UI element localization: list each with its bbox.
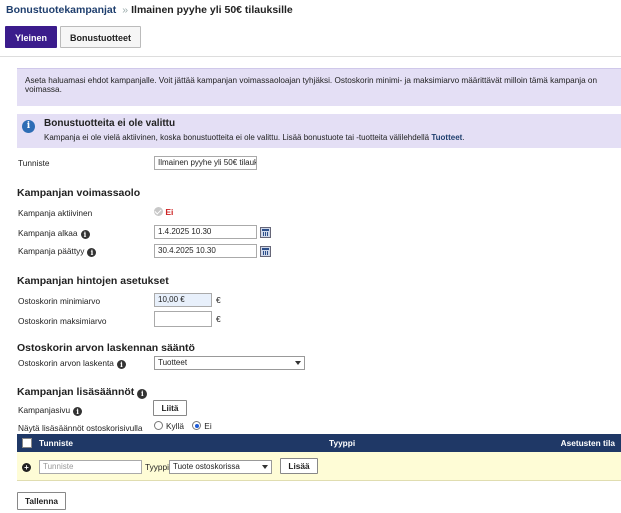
tab-bonus-products[interactable]: Bonustuotteet [60, 26, 142, 48]
currency-label: € [216, 314, 221, 324]
identifier-label: Tunniste [18, 158, 50, 168]
radio-yes[interactable] [154, 421, 163, 430]
min-value-input[interactable]: 10,00 € [154, 293, 212, 307]
chevron-down-icon [262, 465, 268, 469]
calc-select[interactable]: Tuotteet [154, 356, 305, 370]
plus-icon[interactable]: + [22, 463, 31, 472]
active-label: Kampanja aktiivinen [18, 208, 93, 218]
radio-no-label: Ei [204, 421, 212, 431]
page-label-text: Kampanjasivu [18, 405, 71, 415]
min-label: Ostoskorin minimiarvo [18, 296, 101, 306]
active-status: Ei [154, 207, 173, 217]
currency-label: € [216, 295, 221, 305]
calc-label-text: Ostoskorin arvon laskenta [18, 358, 114, 368]
attach-button[interactable]: Liitä [153, 400, 187, 416]
end-label: Kampanja päättyy i [18, 246, 97, 257]
tab-bar: Yleinen Bonustuotteet [5, 26, 144, 48]
radio-yes-label: Kyllä [166, 421, 184, 431]
start-label: Kampanja alkaa i [18, 228, 90, 239]
new-rule-identifier-input[interactable]: Tunniste [39, 460, 142, 474]
show-rules-radios: Kyllä Ei [154, 421, 212, 431]
column-settings-status: Asetusten tila [560, 438, 615, 448]
column-identifier: Tunniste [39, 438, 73, 448]
radio-no[interactable] [192, 421, 202, 430]
calc-select-value: Tuotteet [158, 358, 188, 367]
rules-heading: Kampanjan lisäsäännöt i [17, 386, 148, 399]
notice-text: Kampanja ei ole vielä aktiivinen, koska … [44, 133, 465, 142]
calendar-icon[interactable] [260, 246, 271, 257]
notice-body: Kampanja ei ole vielä aktiivinen, koska … [44, 133, 432, 142]
column-type: Tyyppi [329, 438, 356, 448]
breadcrumb-current: Ilmainen pyyhe yli 50€ tilauksille [131, 4, 293, 16]
rules-table-header: Tunniste Tyyppi Asetusten tila [17, 434, 621, 452]
end-date-input[interactable]: 30.4.2025 10.30 [154, 244, 257, 258]
calc-heading: Ostoskorin arvon laskennan sääntö [17, 342, 195, 354]
help-icon[interactable]: i [80, 230, 90, 239]
rules-heading-text: Kampanjan lisäsäännöt [17, 386, 135, 398]
chevron-down-icon [295, 361, 301, 365]
pricing-heading: Kampanjan hintojen asetukset [17, 275, 169, 287]
show-rules-label: Näytä lisäsäännöt ostoskorisivulla [18, 423, 143, 433]
help-icon[interactable]: i [116, 360, 126, 369]
type-label: Tyyppi: [145, 462, 172, 472]
active-status-value: Ei [165, 207, 174, 217]
notice-box: i Bonustuotteita ei ole valittu Kampanja… [17, 114, 621, 148]
info-box: Aseta haluamasi ehdot kampanjalle. Voit … [17, 68, 621, 106]
notice-title: Bonustuotteita ei ole valittu [44, 118, 176, 129]
help-icon[interactable]: i [137, 389, 148, 399]
help-icon[interactable]: i [73, 407, 83, 416]
validity-heading: Kampanjan voimassaolo [17, 187, 141, 199]
tab-general[interactable]: Yleinen [5, 26, 58, 48]
check-icon [154, 207, 163, 216]
max-label: Ostoskorin maksimiarvo [18, 316, 107, 326]
start-label-text: Kampanja alkaa [18, 228, 78, 238]
select-all-checkbox[interactable] [22, 438, 32, 448]
rule-type-value: Tuote ostoskorissa [173, 462, 240, 471]
info-icon: i [22, 120, 35, 133]
calc-label: Ostoskorin arvon laskenta i [18, 358, 126, 369]
page-label: Kampanjasivu i [18, 405, 83, 416]
end-label-text: Kampanja päättyy [18, 246, 85, 256]
identifier-input[interactable]: Ilmainen pyyhe yli 50€ tilauksille [154, 156, 257, 170]
notice-suffix: . [462, 133, 465, 142]
max-value-input[interactable] [154, 311, 212, 327]
breadcrumb-parent-link[interactable]: Bonustuotekampanjat [6, 4, 116, 16]
add-rule-button[interactable]: Lisää [280, 458, 318, 474]
new-rule-row: + Tunniste Tyyppi: Tuote ostoskorissa Li… [17, 452, 621, 481]
start-date-input[interactable]: 1.4.2025 10.30 [154, 225, 257, 239]
breadcrumb: Bonustuotekampanjat » Ilmainen pyyhe yli 5… [6, 4, 293, 16]
breadcrumb-separator: » [122, 4, 129, 16]
save-button[interactable]: Tallenna [17, 492, 66, 510]
notice-products-link[interactable]: Tuotteet [431, 133, 462, 142]
rule-type-select[interactable]: Tuote ostoskorissa [169, 460, 272, 474]
calendar-icon[interactable] [260, 227, 271, 238]
help-icon[interactable]: i [87, 248, 97, 257]
